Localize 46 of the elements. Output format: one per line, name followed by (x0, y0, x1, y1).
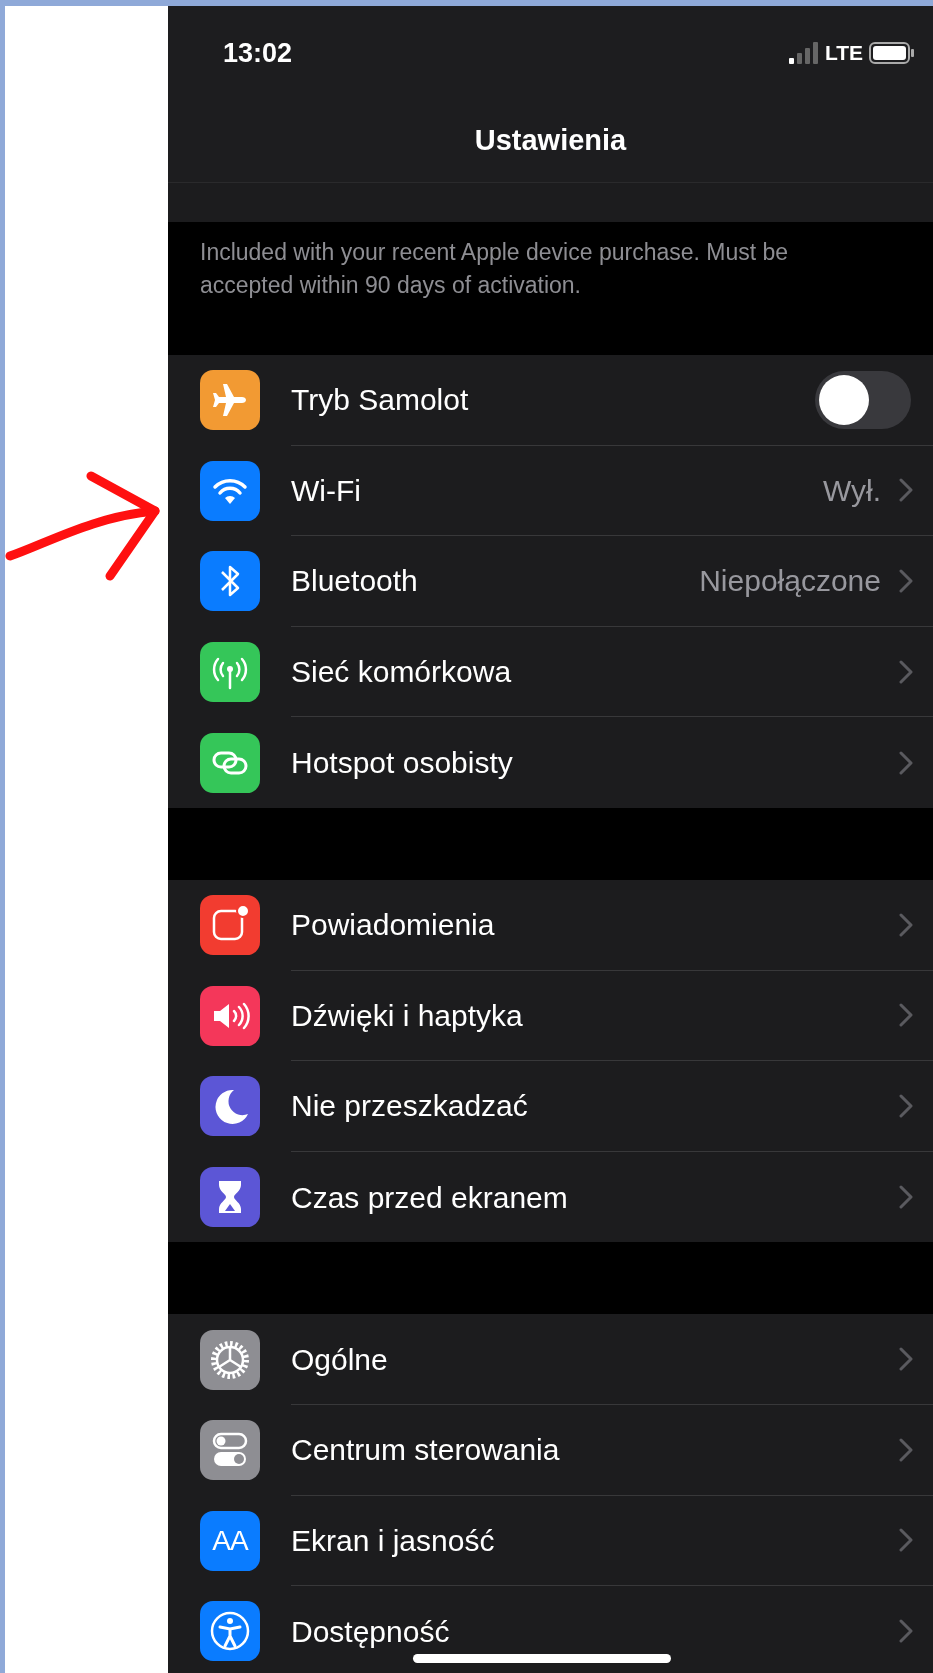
signal-icon (788, 42, 819, 64)
chevron-icon (899, 1003, 913, 1028)
settings-row[interactable]: Powiadomienia (168, 879, 933, 971)
row-value: Wył. (822, 472, 881, 509)
row-value: Niepołączone (699, 563, 881, 600)
page-title: Ustawienia (168, 100, 933, 182)
chevron-icon (899, 1185, 913, 1210)
row-label: Bluetooth (291, 563, 419, 600)
row-label: Tryb Samolot (291, 382, 470, 419)
text-size-icon: AA (200, 1510, 260, 1571)
settings-row[interactable]: Czas przed ekranem (168, 1151, 933, 1243)
chevron-icon (899, 1437, 913, 1462)
settings-row[interactable]: Wi-Fi Wył. (168, 445, 933, 537)
settings-row[interactable]: Hotspot osobisty (168, 717, 933, 808)
row-label: Powiadomienia (291, 907, 496, 944)
settings-row[interactable]: Dźwięki i haptyka (168, 970, 933, 1062)
settings-row[interactable]: AA Ekran i jasność (168, 1495, 933, 1587)
settings-row[interactable]: Centrum sterowania (168, 1404, 933, 1496)
chevron-icon (899, 1093, 913, 1118)
chevron-icon (899, 478, 913, 503)
row-label: Wi-Fi (291, 472, 362, 509)
network-label: LTE (824, 40, 863, 67)
row-label: Nie przeszkadzać (291, 1088, 529, 1125)
row-label: Ekran i jasność (291, 1522, 496, 1559)
settings-row[interactable]: Bluetooth Niepołączone (168, 536, 933, 627)
chevron-icon (899, 912, 913, 937)
settings-row[interactable]: Tryb Samolot (168, 355, 933, 446)
row-label: Dostępność (291, 1613, 451, 1650)
chevron-icon (899, 750, 913, 775)
footer-note: Included with your recent Apple device purchase. Must be accepted within 90 days of activation. (199, 238, 790, 300)
chevron-icon (899, 569, 913, 593)
settings-row[interactable]: Nie przeszkadzać (168, 1061, 933, 1152)
row-label: Sieć komórkowa (291, 654, 513, 691)
row-label: Hotspot osobisty (291, 745, 514, 782)
chevron-icon (899, 1619, 913, 1644)
row-label: Dźwięki i haptyka (291, 997, 524, 1034)
row-label: Centrum sterowania (291, 1432, 561, 1469)
row-label: Ogólne (291, 1341, 389, 1378)
status-time: 13:02 (223, 36, 293, 70)
settings-row[interactable]: Sieć komórkowa (168, 626, 933, 718)
chevron-icon (899, 1528, 913, 1553)
row-label: Czas przed ekranem (291, 1179, 569, 1216)
battery-icon (869, 42, 915, 64)
chevron-icon (899, 1347, 913, 1372)
settings-row[interactable]: Ogólne (168, 1314, 933, 1405)
chevron-icon (899, 659, 913, 684)
